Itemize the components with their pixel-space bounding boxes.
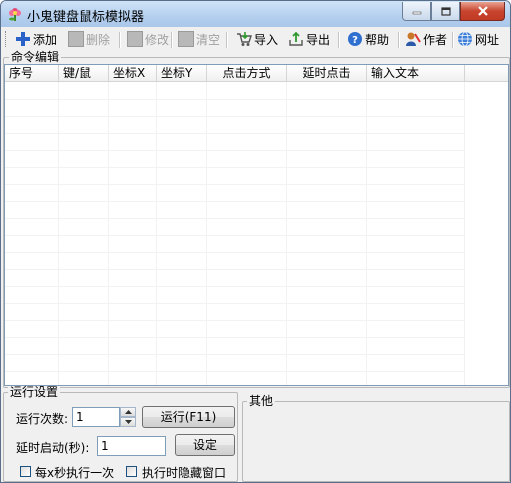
edit-button[interactable]: 修改 — [127, 30, 169, 48]
run-count-spinner[interactable] — [120, 407, 136, 427]
run-settings-title: 运行设置 — [8, 385, 61, 399]
column-header-y[interactable]: 坐标Y — [157, 65, 207, 81]
run-count-label: 运行次数: — [16, 412, 69, 426]
edit-label: 修改 — [145, 32, 170, 47]
clear-icon — [178, 31, 194, 47]
grid-line — [5, 252, 465, 253]
spin-up-button[interactable] — [120, 407, 136, 417]
grid-line — [5, 116, 465, 117]
command-list[interactable]: 序号 键/鼠 坐标X 坐标Y 点击方式 延时点击 输入文本 — [4, 64, 509, 386]
other-group-title: 其他 — [247, 394, 276, 408]
every-x-seconds-label: 每x秒执行一次 — [35, 466, 115, 480]
toolbar-separator — [226, 32, 228, 48]
window-title: 小鬼键盘鼠标模拟器 — [27, 10, 145, 25]
delete-button[interactable]: 删除 — [68, 30, 110, 48]
website-label: 网址 — [475, 32, 500, 47]
app-flower-icon — [9, 8, 21, 21]
export-button[interactable]: 导出 — [288, 30, 330, 48]
grid-column-line — [206, 82, 207, 385]
grid-line — [5, 167, 465, 168]
spin-down-button[interactable] — [120, 417, 136, 427]
grid-line — [5, 371, 465, 372]
grid-line — [5, 235, 465, 236]
import-cart-icon — [237, 32, 252, 46]
add-button[interactable]: 添加 — [15, 30, 57, 48]
svg-text:?: ? — [352, 35, 358, 46]
delay-start-input[interactable]: 1 — [97, 436, 166, 456]
close-button[interactable] — [460, 2, 505, 21]
grid-column-line — [464, 82, 465, 385]
plus-icon — [16, 32, 30, 46]
minimize-button[interactable] — [402, 2, 431, 21]
grid-line — [5, 286, 465, 287]
minimize-icon — [412, 11, 421, 15]
toolbar-separator — [338, 32, 340, 48]
grid-column-line — [58, 82, 59, 385]
toolbar-separator — [398, 32, 400, 48]
run-count-input[interactable]: 1 — [72, 407, 120, 427]
toolbar-separator — [171, 32, 173, 48]
toolbar-separator — [119, 32, 121, 48]
toolbar-grip[interactable] — [5, 31, 9, 47]
delete-icon — [68, 31, 84, 47]
other-group — [242, 401, 510, 482]
author-button[interactable]: 作者 — [405, 30, 447, 48]
grid-line — [5, 201, 465, 202]
grid-line — [5, 337, 465, 338]
grid-line — [5, 99, 465, 100]
grid-line — [5, 133, 465, 134]
run-button[interactable]: 运行(F11) — [142, 406, 235, 428]
help-icon: ? — [348, 32, 362, 46]
globe-icon — [458, 31, 472, 47]
arrow-up-icon — [124, 410, 132, 414]
set-button[interactable]: 设定 — [175, 434, 235, 456]
arrow-down-icon — [124, 420, 132, 424]
export-label: 导出 — [306, 32, 331, 47]
grid-column-line — [108, 82, 109, 385]
command-edit-title: 命令编辑 — [9, 50, 62, 64]
column-header-delay-click[interactable]: 延时点击 — [287, 65, 367, 81]
import-label: 导入 — [254, 32, 279, 47]
grid-column-line — [156, 82, 157, 385]
main-window: 小鬼键盘鼠标模拟器 添加 删除 修改 清空 导入 导出 ? 帮助 作者 网址 命… — [0, 0, 511, 483]
export-icon — [289, 31, 303, 46]
clear-button[interactable]: 清空 — [178, 30, 220, 48]
toolbar: 添加 删除 修改 清空 导入 导出 ? 帮助 作者 网址 — [1, 27, 510, 52]
hide-window-checkbox[interactable] — [126, 466, 137, 477]
website-button[interactable]: 网址 — [457, 30, 499, 48]
grid-column-line — [286, 82, 287, 385]
grid-line — [5, 184, 465, 185]
column-header-index[interactable]: 序号 — [5, 65, 59, 81]
add-label: 添加 — [33, 32, 58, 47]
every-x-seconds-checkbox[interactable] — [20, 466, 31, 477]
maximize-icon — [440, 6, 451, 16]
grid-line — [5, 320, 465, 321]
author-icon — [406, 32, 421, 46]
hide-window-label: 执行时隐藏窗口 — [142, 466, 227, 480]
maximize-button[interactable] — [431, 2, 460, 21]
delete-label: 删除 — [86, 32, 111, 47]
grid-line — [5, 269, 465, 270]
author-label: 作者 — [423, 32, 448, 47]
column-header-key-mouse[interactable]: 键/鼠 — [59, 65, 109, 81]
help-button[interactable]: ? 帮助 — [347, 30, 389, 48]
column-header-x[interactable]: 坐标X — [109, 65, 157, 81]
edit-icon — [127, 31, 143, 47]
grid-line — [5, 354, 465, 355]
grid-line — [5, 303, 465, 304]
column-header-click-mode[interactable]: 点击方式 — [207, 65, 287, 81]
import-button[interactable]: 导入 — [236, 30, 278, 48]
toolbar-separator — [452, 32, 454, 48]
grid-column-line — [366, 82, 367, 385]
title-bar[interactable]: 小鬼键盘鼠标模拟器 — [1, 1, 510, 27]
clear-label: 清空 — [196, 32, 221, 47]
list-header: 序号 键/鼠 坐标X 坐标Y 点击方式 延时点击 输入文本 — [5, 65, 508, 82]
help-label: 帮助 — [365, 32, 390, 47]
close-icon — [477, 6, 488, 16]
grid-line — [5, 218, 465, 219]
grid-line — [5, 150, 465, 151]
column-header-input-text[interactable]: 输入文本 — [367, 65, 465, 81]
delay-start-label: 延时启动(秒): — [16, 441, 90, 455]
